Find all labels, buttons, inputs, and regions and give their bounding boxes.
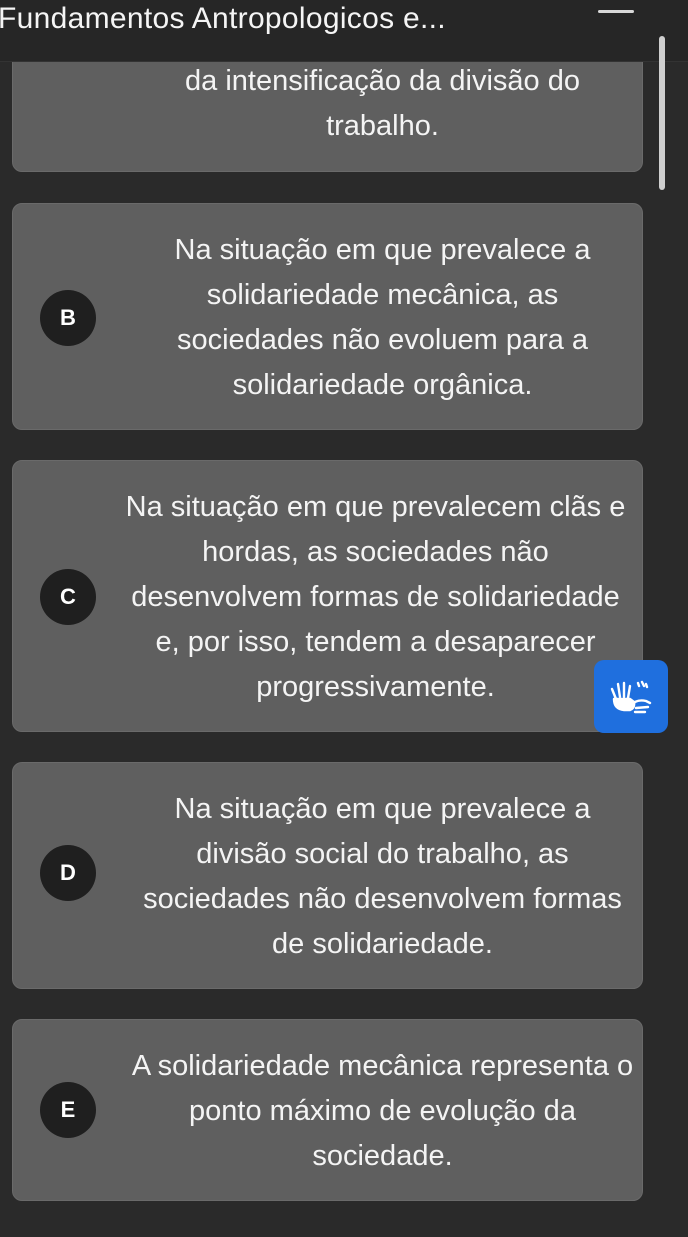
scrollbar[interactable] bbox=[659, 36, 665, 190]
sign-language-hands-icon bbox=[610, 680, 652, 713]
option-d-letter: D bbox=[40, 845, 96, 901]
sign-language-button[interactable] bbox=[594, 660, 668, 733]
quiz-page: Fundamentos Antropologicos e... da inten… bbox=[0, 0, 688, 1237]
option-d-text: Na situação em que prevalece a divisão s… bbox=[143, 793, 622, 960]
option-e-letter: E bbox=[40, 1082, 96, 1138]
option-e-text: A solidariedade mecânica representa o po… bbox=[131, 1050, 634, 1172]
option-c-letter: C bbox=[40, 569, 96, 625]
option-a-text: da intensificação da divisão do trabalho… bbox=[185, 65, 580, 142]
answer-option-e[interactable]: E A solidariedade mecânica representa o … bbox=[12, 1019, 643, 1201]
option-b-text: Na situação em que prevalece a solidarie… bbox=[174, 234, 591, 401]
top-bar: Fundamentos Antropologicos e... bbox=[0, 0, 688, 62]
option-c-text: Na situação em que prevalecem clãs e hor… bbox=[125, 491, 626, 703]
answer-option-d[interactable]: D Na situação em que prevalece a divisão… bbox=[12, 762, 643, 989]
option-b-letter: B bbox=[40, 290, 96, 346]
minimize-icon[interactable] bbox=[598, 10, 634, 13]
answer-option-b[interactable]: B Na situação em que prevalece a solidar… bbox=[12, 203, 643, 430]
page-title: Fundamentos Antropologicos e... bbox=[0, 2, 446, 35]
answer-option-c[interactable]: C Na situação em que prevalecem clãs e h… bbox=[12, 460, 643, 732]
